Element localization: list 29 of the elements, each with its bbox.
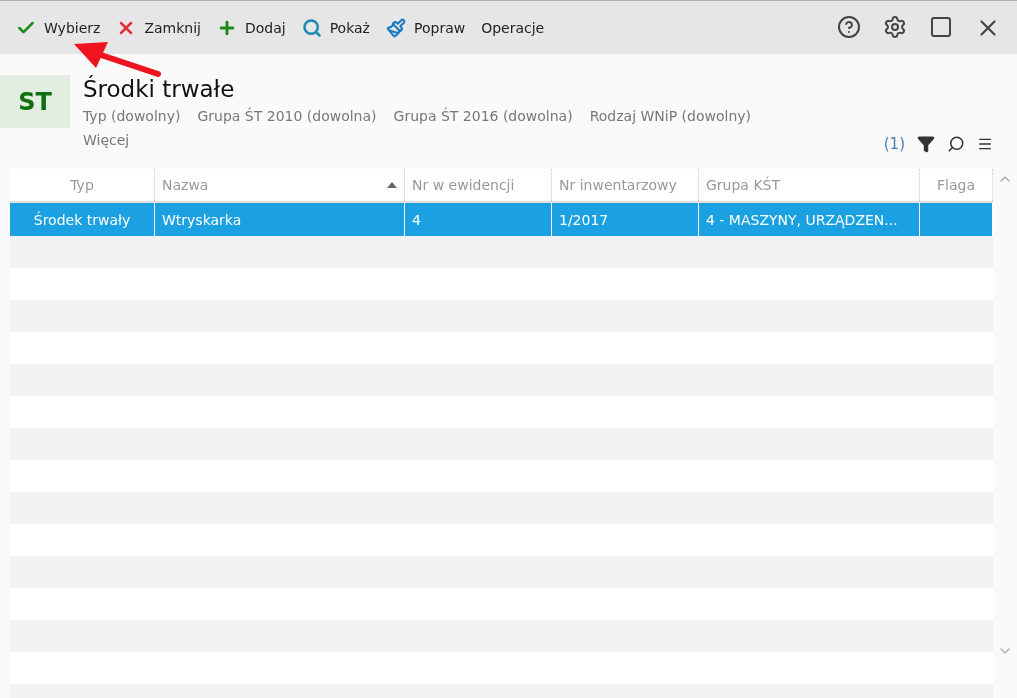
column-header[interactable]: Grupa KŚT xyxy=(699,169,920,201)
toolbar-button[interactable]: Operacje xyxy=(475,15,551,40)
filter-count: (1) xyxy=(883,135,905,153)
filter-link[interactable]: Typ (dowolny) xyxy=(83,105,181,127)
filter-link[interactable]: Grupa ŚT 2010 (dowolna) xyxy=(197,105,377,127)
column-header[interactable]: Nazwa xyxy=(155,169,405,201)
filter-link[interactable]: Rodzaj WNiP (dowolny) xyxy=(589,105,751,127)
page-title: Środki trwałe xyxy=(83,75,236,103)
toolbar-button[interactable]: Wybierz xyxy=(10,13,107,42)
column-header[interactable]: Nr w ewidencji xyxy=(405,169,552,201)
filter-link[interactable]: Grupa ŚT 2016 (dowolna) xyxy=(393,105,573,127)
search-icon xyxy=(301,17,322,38)
brush-icon xyxy=(386,17,406,38)
search-icon[interactable] xyxy=(947,135,965,153)
toolbar-button[interactable]: Pokaż xyxy=(295,13,376,42)
maximize-icon[interactable] xyxy=(929,14,953,39)
table-row[interactable]: Środek trwały Wtryskarka 4 1/2017 4 - MASZYNY, URZĄDZEN... xyxy=(10,203,993,236)
column-header[interactable]: Flaga xyxy=(920,169,993,201)
toolbar-button[interactable]: Dodaj xyxy=(210,13,292,42)
column-header[interactable]: Typ xyxy=(10,169,155,201)
menu-icon[interactable] xyxy=(977,136,993,152)
settings-icon[interactable] xyxy=(883,14,907,39)
column-header[interactable]: Nr inwentarzowy xyxy=(552,169,699,201)
module-badge: ST xyxy=(0,75,70,128)
help-icon[interactable] xyxy=(837,14,861,39)
toolbar-button[interactable]: Zamknij xyxy=(110,13,207,42)
filter-icon[interactable] xyxy=(917,135,935,153)
toolbar-button[interactable]: Popraw xyxy=(380,13,472,42)
more-link[interactable]: Więcej xyxy=(83,129,130,151)
